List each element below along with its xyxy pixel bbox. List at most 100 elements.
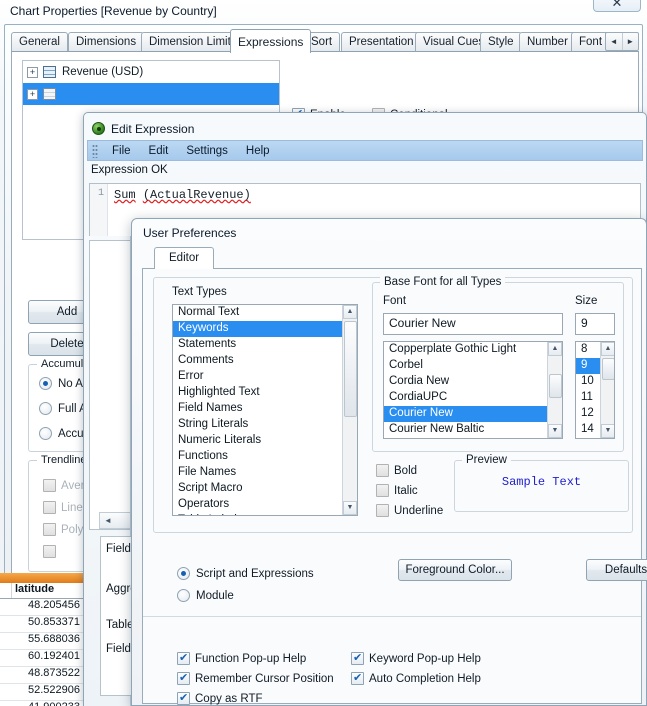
- expression-function-list[interactable]: [89, 240, 130, 530]
- tab-general[interactable]: General: [11, 32, 68, 52]
- tab-scroll-left-icon[interactable]: ◄: [606, 33, 623, 50]
- scroll-up-icon[interactable]: ▲: [601, 342, 614, 356]
- text-types-list[interactable]: Normal Text Keywords Statements Comments…: [172, 304, 358, 516]
- list-item[interactable]: Corbel: [384, 358, 547, 374]
- checkbox-label: Bold: [394, 464, 418, 477]
- scroll-up-icon[interactable]: ▲: [343, 305, 357, 319]
- list-item[interactable]: 9: [576, 358, 600, 374]
- radio-icon: [39, 377, 52, 390]
- scrollbar-thumb[interactable]: [344, 321, 357, 417]
- checkbox-icon: [43, 479, 56, 492]
- list-item[interactable]: 10: [576, 374, 600, 390]
- tree-row[interactable]: +: [23, 83, 279, 105]
- checkbox-icon: [43, 545, 56, 558]
- bold-checkbox[interactable]: Bold: [376, 464, 417, 477]
- scrollbar[interactable]: ▲ ▼: [342, 305, 357, 515]
- list-item[interactable]: String Literals: [173, 417, 342, 433]
- list-item[interactable]: Keywords: [173, 321, 342, 337]
- checkbox-icon: [376, 504, 389, 517]
- italic-checkbox[interactable]: Italic: [376, 484, 418, 497]
- list-item[interactable]: CordiaUPC: [384, 390, 547, 406]
- list-item[interactable]: Copperplate Gothic Light: [384, 342, 547, 358]
- scrollbar-thumb[interactable]: [602, 358, 614, 380]
- checkbox-icon: [43, 523, 56, 536]
- list-item[interactable]: Cordia New: [384, 374, 547, 390]
- expander-icon[interactable]: +: [27, 88, 38, 100]
- function-popup-help-checkbox[interactable]: Function Pop-up Help: [177, 651, 307, 665]
- preview-sample-text: Sample Text: [501, 475, 582, 489]
- list-item[interactable]: Courier New Baltic: [384, 422, 547, 438]
- radio-module[interactable]: Module: [177, 589, 234, 602]
- underline-checkbox[interactable]: Underline: [376, 504, 443, 517]
- menu-file[interactable]: File: [103, 143, 140, 159]
- cell-latitude: 60.192401: [0, 650, 84, 666]
- size-input[interactable]: 9: [575, 313, 615, 335]
- list-item[interactable]: Table Labels: [173, 513, 342, 515]
- list-item[interactable]: Operators: [173, 497, 342, 513]
- fields-panel[interactable]: Fields Aggre Table Field: [100, 536, 131, 696]
- tab-editor[interactable]: Editor: [154, 247, 215, 269]
- list-item[interactable]: File Names: [173, 465, 342, 481]
- drag-grip-icon[interactable]: [92, 143, 98, 158]
- scroll-up-icon[interactable]: ▲: [548, 342, 562, 356]
- tree-item-label: Revenue (USD): [62, 66, 144, 78]
- checkbox-label: Remember Cursor Position: [195, 672, 334, 685]
- list-item[interactable]: 11: [576, 390, 600, 406]
- auto-completion-help-checkbox[interactable]: Auto Completion Help: [351, 671, 481, 685]
- list-item[interactable]: Courier New: [384, 406, 547, 422]
- cell-latitude: 52.522906: [0, 684, 84, 700]
- list-item[interactable]: Script Macro: [173, 481, 342, 497]
- aggregation-label[interactable]: Aggre: [101, 583, 131, 595]
- foreground-color-button[interactable]: Foreground Color...: [398, 559, 512, 581]
- font-input[interactable]: Courier New: [383, 313, 563, 335]
- edit-expression-titlebar: Edit Expression: [84, 113, 646, 139]
- scroll-down-icon[interactable]: ▼: [548, 424, 562, 438]
- fields-tab-label[interactable]: Fields: [101, 543, 131, 555]
- checkmark-icon: [177, 691, 190, 705]
- scroll-left-button[interactable]: ◄: [99, 512, 131, 529]
- menu-settings[interactable]: Settings: [177, 143, 237, 159]
- copy-as-rtf-checkbox[interactable]: Copy as RTF: [177, 691, 263, 705]
- close-icon[interactable]: ✕: [593, 0, 641, 12]
- checkbox-label: Underline: [394, 504, 444, 517]
- list-item[interactable]: Highlighted Text: [173, 385, 342, 401]
- defaults-button[interactable]: Defaults: [586, 559, 647, 581]
- list-item[interactable]: Statements: [173, 337, 342, 353]
- radio-script-and-expressions[interactable]: Script and Expressions: [177, 567, 314, 580]
- tab-number[interactable]: Number: [519, 32, 576, 52]
- list-item[interactable]: Functions: [173, 449, 342, 465]
- tree-row[interactable]: + Revenue (USD): [23, 61, 279, 83]
- base-font-caption: Base Font for all Types: [380, 276, 506, 288]
- scrollbar-thumb[interactable]: [549, 374, 562, 398]
- list-item[interactable]: Field Names: [173, 401, 342, 417]
- list-item[interactable]: 8: [576, 342, 600, 358]
- font-size-list[interactable]: 8 9 10 11 12 14 ▲ ▼: [575, 341, 615, 439]
- keyword-popup-help-checkbox[interactable]: Keyword Pop-up Help: [351, 651, 481, 665]
- remember-cursor-position-checkbox[interactable]: Remember Cursor Position: [177, 671, 334, 685]
- list-item[interactable]: Numeric Literals: [173, 433, 342, 449]
- trendline-extra-checkbox[interactable]: [43, 545, 56, 558]
- user-preferences-page: Text Types Normal Text Keywords Statemen…: [142, 268, 647, 705]
- tab-scroll-right-icon[interactable]: ►: [623, 33, 639, 50]
- column-header-latitude[interactable]: latitude: [12, 583, 84, 598]
- scrollbar[interactable]: ▲ ▼: [600, 342, 614, 438]
- tab-scroll-controls[interactable]: ◄ ►: [605, 32, 639, 51]
- list-item[interactable]: Comments: [173, 353, 342, 369]
- scroll-down-icon[interactable]: ▼: [343, 501, 357, 515]
- expander-icon[interactable]: +: [27, 66, 38, 78]
- list-item[interactable]: 12: [576, 406, 600, 422]
- field-label: Field: [106, 643, 131, 655]
- list-item[interactable]: 14: [576, 422, 600, 438]
- checkbox-label: Function Pop-up Help: [195, 652, 307, 665]
- list-item[interactable]: Normal Text: [173, 305, 342, 321]
- scroll-down-icon[interactable]: ▼: [601, 424, 614, 438]
- menu-help[interactable]: Help: [237, 143, 279, 159]
- scrollbar[interactable]: ▲ ▼: [547, 342, 562, 438]
- font-family-list[interactable]: Copperplate Gothic Light Corbel Cordia N…: [383, 341, 563, 439]
- menu-edit[interactable]: Edit: [140, 143, 178, 159]
- tab-dimensions[interactable]: Dimensions: [68, 32, 145, 52]
- tab-expressions[interactable]: Expressions: [230, 29, 312, 53]
- tab-style[interactable]: Style: [480, 32, 522, 52]
- tab-presentation[interactable]: Presentation: [341, 32, 422, 52]
- list-item[interactable]: Error: [173, 369, 342, 385]
